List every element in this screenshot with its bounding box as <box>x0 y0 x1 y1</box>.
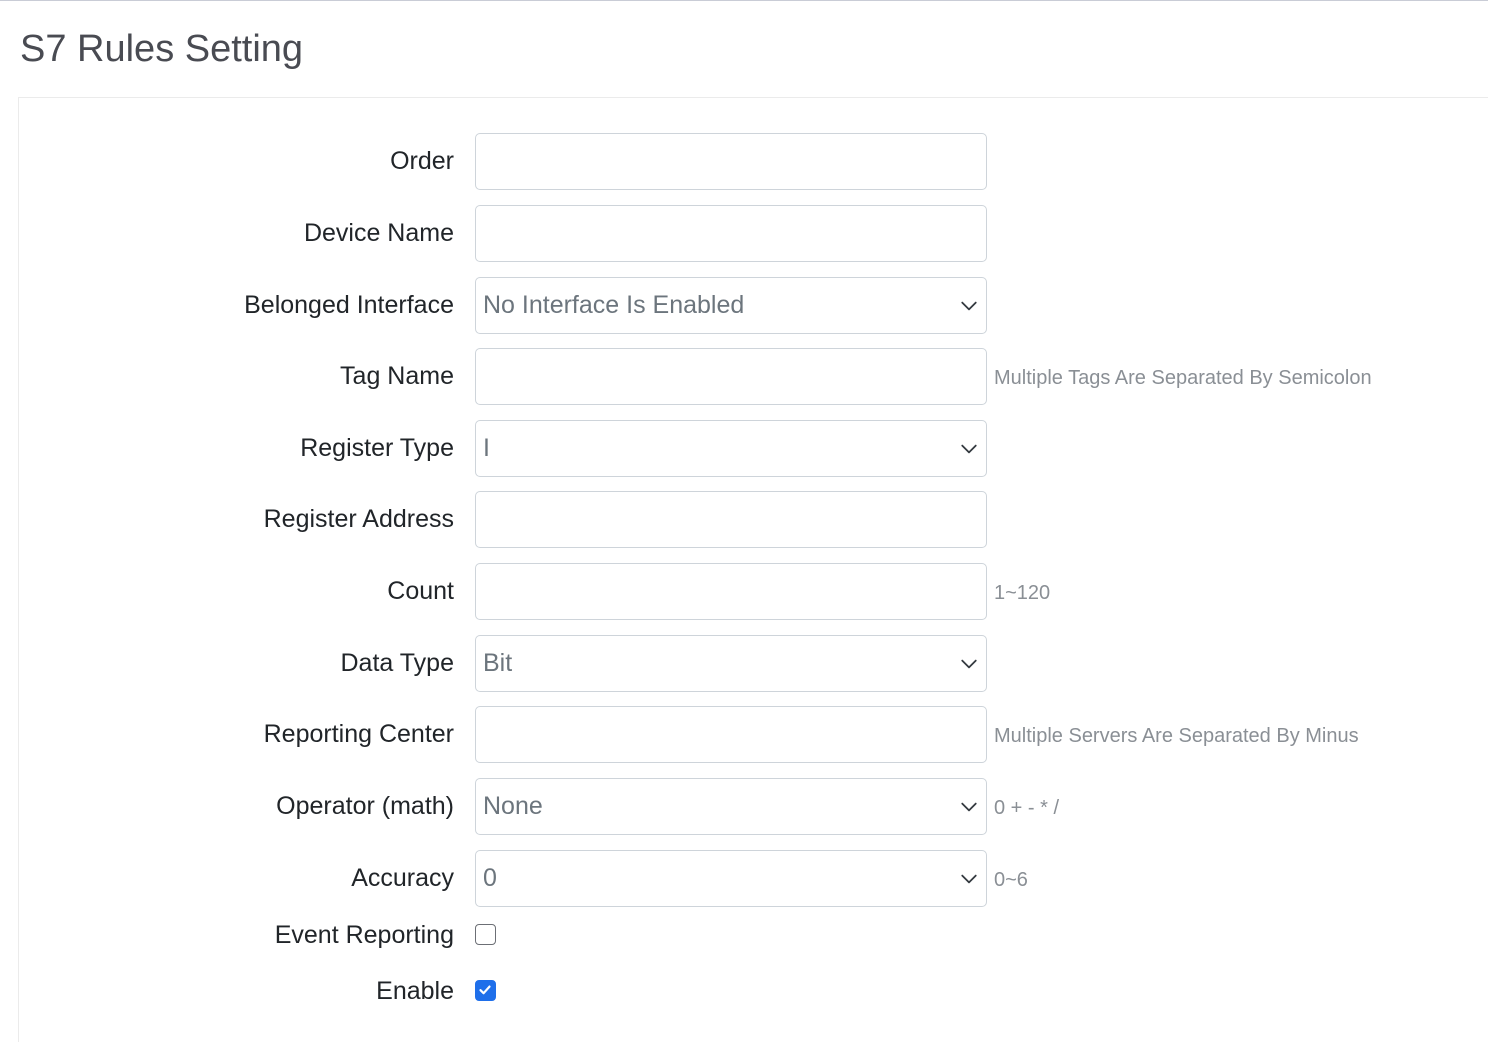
register-type-label: Register Type <box>300 434 454 462</box>
form-row-order: Order <box>0 133 1488 190</box>
accuracy-select[interactable]: 0 <box>475 850 987 907</box>
form-row-data-type: Data Type Bit <box>0 635 1488 692</box>
page-title: S7 Rules Setting <box>20 28 304 70</box>
enable-checkbox[interactable] <box>475 980 496 1001</box>
form-row-device-name: Device Name <box>0 205 1488 262</box>
form-row-operator: Operator (math) None 0 + - * / <box>0 778 1488 835</box>
device-name-input[interactable] <box>475 205 987 262</box>
event-reporting-label: Event Reporting <box>274 921 454 949</box>
operator-select[interactable]: None <box>475 778 987 835</box>
form-row-belonged-interface: Belonged Interface No Interface Is Enabl… <box>0 277 1488 334</box>
chevron-down-icon <box>961 874 977 884</box>
device-name-label: Device Name <box>303 219 454 247</box>
checkmark-icon <box>479 985 491 995</box>
chevron-down-icon <box>961 802 977 812</box>
form-row-accuracy: Accuracy 0 0~6 <box>0 850 1488 907</box>
accuracy-hint: 0~6 <box>994 869 1028 891</box>
tag-name-label: Tag Name <box>340 362 454 390</box>
form-row-tag-name: Tag Name Multiple Tags Are Separated By … <box>0 348 1488 405</box>
operator-hint: 0 + - * / <box>994 797 1060 819</box>
data-type-label: Data Type <box>340 649 454 677</box>
data-type-selected-value: Bit <box>483 649 513 677</box>
top-divider <box>0 0 1488 1</box>
register-type-selected-value: I <box>483 434 490 462</box>
count-label: Count <box>387 577 454 605</box>
chevron-down-icon <box>961 659 977 669</box>
register-type-select[interactable]: I <box>475 420 987 477</box>
reporting-center-hint: Multiple Servers Are Separated By Minus <box>994 725 1359 747</box>
count-hint: 1~120 <box>994 582 1051 604</box>
accuracy-label: Accuracy <box>351 864 454 892</box>
order-label: Order <box>390 147 454 175</box>
tag-name-input[interactable] <box>475 348 987 405</box>
form-row-enable: Enable <box>0 971 1488 1011</box>
chevron-down-icon <box>961 301 977 311</box>
reporting-center-input[interactable] <box>475 706 987 763</box>
register-address-label: Register Address <box>263 505 454 533</box>
enable-label: Enable <box>376 977 454 1005</box>
order-input[interactable] <box>475 133 987 190</box>
reporting-center-label: Reporting Center <box>263 720 454 748</box>
belonged-interface-label: Belonged Interface <box>244 291 454 319</box>
event-reporting-checkbox[interactable] <box>475 924 496 945</box>
form-row-event-reporting: Event Reporting <box>0 915 1488 955</box>
belonged-interface-select[interactable]: No Interface Is Enabled <box>475 277 987 334</box>
operator-selected-value: None <box>483 792 543 820</box>
data-type-select[interactable]: Bit <box>475 635 987 692</box>
form-row-register-address: Register Address <box>0 491 1488 548</box>
tag-name-hint: Multiple Tags Are Separated By Semicolon <box>994 367 1372 389</box>
register-address-input[interactable] <box>475 491 987 548</box>
count-input[interactable] <box>475 563 987 620</box>
operator-label: Operator (math) <box>276 792 454 820</box>
accuracy-selected-value: 0 <box>483 864 497 892</box>
form-row-reporting-center: Reporting Center Multiple Servers Are Se… <box>0 706 1488 763</box>
form-row-register-type: Register Type I <box>0 420 1488 477</box>
belonged-interface-selected-value: No Interface Is Enabled <box>483 291 745 319</box>
form-row-count: Count 1~120 <box>0 563 1488 620</box>
chevron-down-icon <box>961 444 977 454</box>
